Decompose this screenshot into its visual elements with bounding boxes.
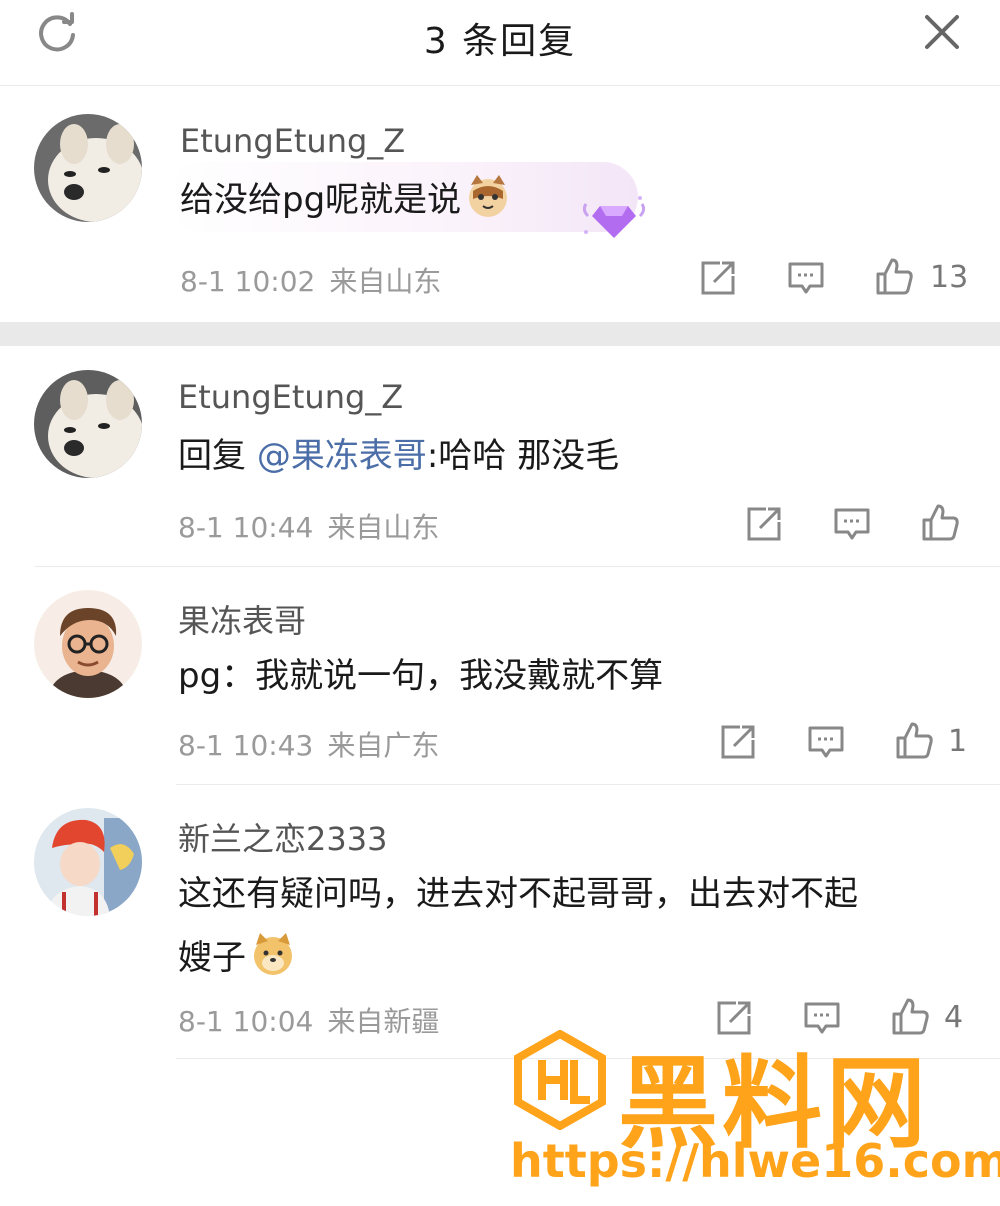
comment-text-content: 给没给pg呢就是说 xyxy=(180,180,462,220)
section-divider xyxy=(0,322,1000,346)
anime-avatar-icon xyxy=(34,808,142,916)
comment-meta: 8-1 10:44 来自山东 xyxy=(178,506,439,546)
header-bar: 3 条回复 xyxy=(0,0,1000,86)
watermark-logo-icon xyxy=(514,1030,606,1130)
comment-text: pg：我就说一句，我没戴就不算 xyxy=(178,656,664,696)
comment-meta: 8-1 10:04 来自新疆 xyxy=(178,1000,439,1040)
comment-icon[interactable] xyxy=(786,258,826,298)
comment-text: 给没给pg呢就是说 xyxy=(180,168,970,232)
page-title: 3 条回复 xyxy=(423,21,577,62)
comment-meta: 8-1 10:02 来自山东 xyxy=(180,260,441,300)
share-icon[interactable] xyxy=(698,258,738,298)
comment-icon[interactable] xyxy=(832,504,872,544)
avatar[interactable] xyxy=(34,590,142,698)
comment-location: 来自新疆 xyxy=(327,1005,440,1038)
comment-icon[interactable] xyxy=(806,722,846,762)
dog-avatar-icon xyxy=(34,370,142,478)
comment-text-line: 这还有疑问吗，进去对不起哥哥，出去对不起 xyxy=(178,874,858,914)
comment-time: 8-1 10:02 xyxy=(180,265,316,298)
row-divider xyxy=(176,784,1000,785)
like-icon[interactable] xyxy=(920,502,960,542)
like-count: 13 xyxy=(930,260,969,295)
watermark: 黑料网 https://hlwe16.com xyxy=(510,1022,1000,1192)
dog-avatar-icon xyxy=(34,114,142,222)
username[interactable]: 新兰之恋2333 xyxy=(178,814,387,860)
close-icon[interactable] xyxy=(922,12,962,52)
man-avatar-icon xyxy=(34,590,142,698)
comment-time: 8-1 10:44 xyxy=(178,511,314,544)
like-count: 1 xyxy=(948,724,968,759)
username[interactable]: EtungEtung_Z xyxy=(180,122,405,160)
comment-time: 8-1 10:04 xyxy=(178,1005,314,1038)
avatar[interactable] xyxy=(34,114,142,222)
comment-location: 来自山东 xyxy=(329,265,442,298)
comment-time: 8-1 10:43 xyxy=(178,729,314,762)
diamond-badge-icon xyxy=(582,196,646,238)
comment-text-content: :哈哈 那没毛 xyxy=(426,436,620,476)
reply-prefix: 回复 xyxy=(178,436,246,476)
username[interactable]: 果冻表哥 xyxy=(178,596,306,642)
mention-link[interactable]: @果冻表哥 xyxy=(257,436,427,476)
comment-text-content: 嫂子 xyxy=(178,938,246,978)
avatar[interactable] xyxy=(34,370,142,478)
comment-text: 回复 @果冻表哥:哈哈 那没毛 xyxy=(178,424,968,488)
doge-emoji-icon xyxy=(254,933,292,975)
comment-meta: 8-1 10:43 来自广东 xyxy=(178,724,439,764)
comment-location: 来自广东 xyxy=(327,729,440,762)
share-icon[interactable] xyxy=(718,722,758,762)
like-icon[interactable] xyxy=(874,256,914,296)
comment-text-line-2: 嫂子 xyxy=(178,926,968,990)
watermark-url: https://hlwe16.com xyxy=(510,1134,1000,1188)
like-icon[interactable] xyxy=(894,720,934,760)
comment-location: 来自山东 xyxy=(327,511,440,544)
cat-emoji-icon xyxy=(469,175,508,217)
row-divider xyxy=(34,566,1000,567)
share-icon[interactable] xyxy=(744,504,784,544)
comment-text: 这还有疑问吗，进去对不起哥哥，出去对不起 嫂子 xyxy=(178,862,968,990)
avatar[interactable] xyxy=(34,808,142,916)
username[interactable]: EtungEtung_Z xyxy=(178,378,403,416)
